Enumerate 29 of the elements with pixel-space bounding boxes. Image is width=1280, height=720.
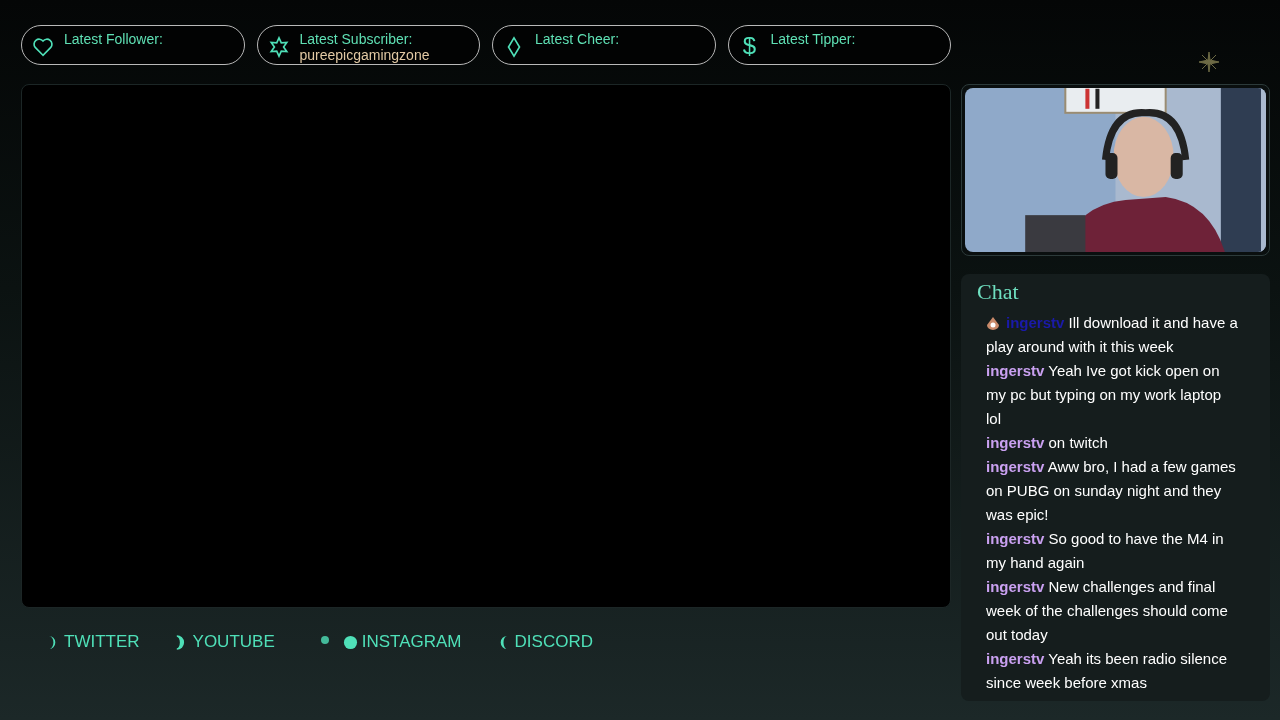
heart-icon [32,36,54,58]
social-label: DISCORD [514,632,593,652]
chat-message: ingerstv on twitch [985,433,1109,453]
social-label: YOUTUBE [192,632,275,652]
chat-username: ingerstv [986,578,1045,595]
chat-title: Chat [977,278,1020,306]
chat-message: ingerstv Aww bro, I had a few games on PUBG on sunday night and they was epic! [985,457,1237,525]
moon-icon [342,633,358,651]
social-label: INSTAGRAM [361,632,462,652]
chat-username: ingerstv [986,530,1045,547]
chat-username: ingerstv [986,650,1045,667]
alert-label: Latest Subscriber: [299,32,414,47]
dollar-icon: $ [738,32,761,60]
dot-icon [320,636,329,644]
sparkle-icon [1199,52,1219,72]
social-label: TWITTER [64,632,140,652]
chat-username: ingerstv [986,434,1045,451]
star-icon [267,36,290,58]
chat-username: ingerstv [986,458,1045,475]
alert-label: Latest Follower: [64,32,163,47]
alert-label: Latest Tipper: [770,32,856,47]
alert-label: Latest Cheer: [535,32,620,47]
alert-value: pureepicgamingzone [299,47,430,64]
chat-username: ingerstv [1006,314,1065,331]
chat-username: ingerstv [986,362,1045,379]
chat-message: ingerstv So good to have the M4 in my hand again [985,529,1225,573]
chat-message: ingerstv Yeah its been radio silence since week before xmas [985,649,1228,693]
chat-message: ingerstv New challenges and final week of the challenges should come out today [985,577,1229,645]
chat-message: ingerstv Ill download it and have a play around with it this week [985,313,1239,357]
